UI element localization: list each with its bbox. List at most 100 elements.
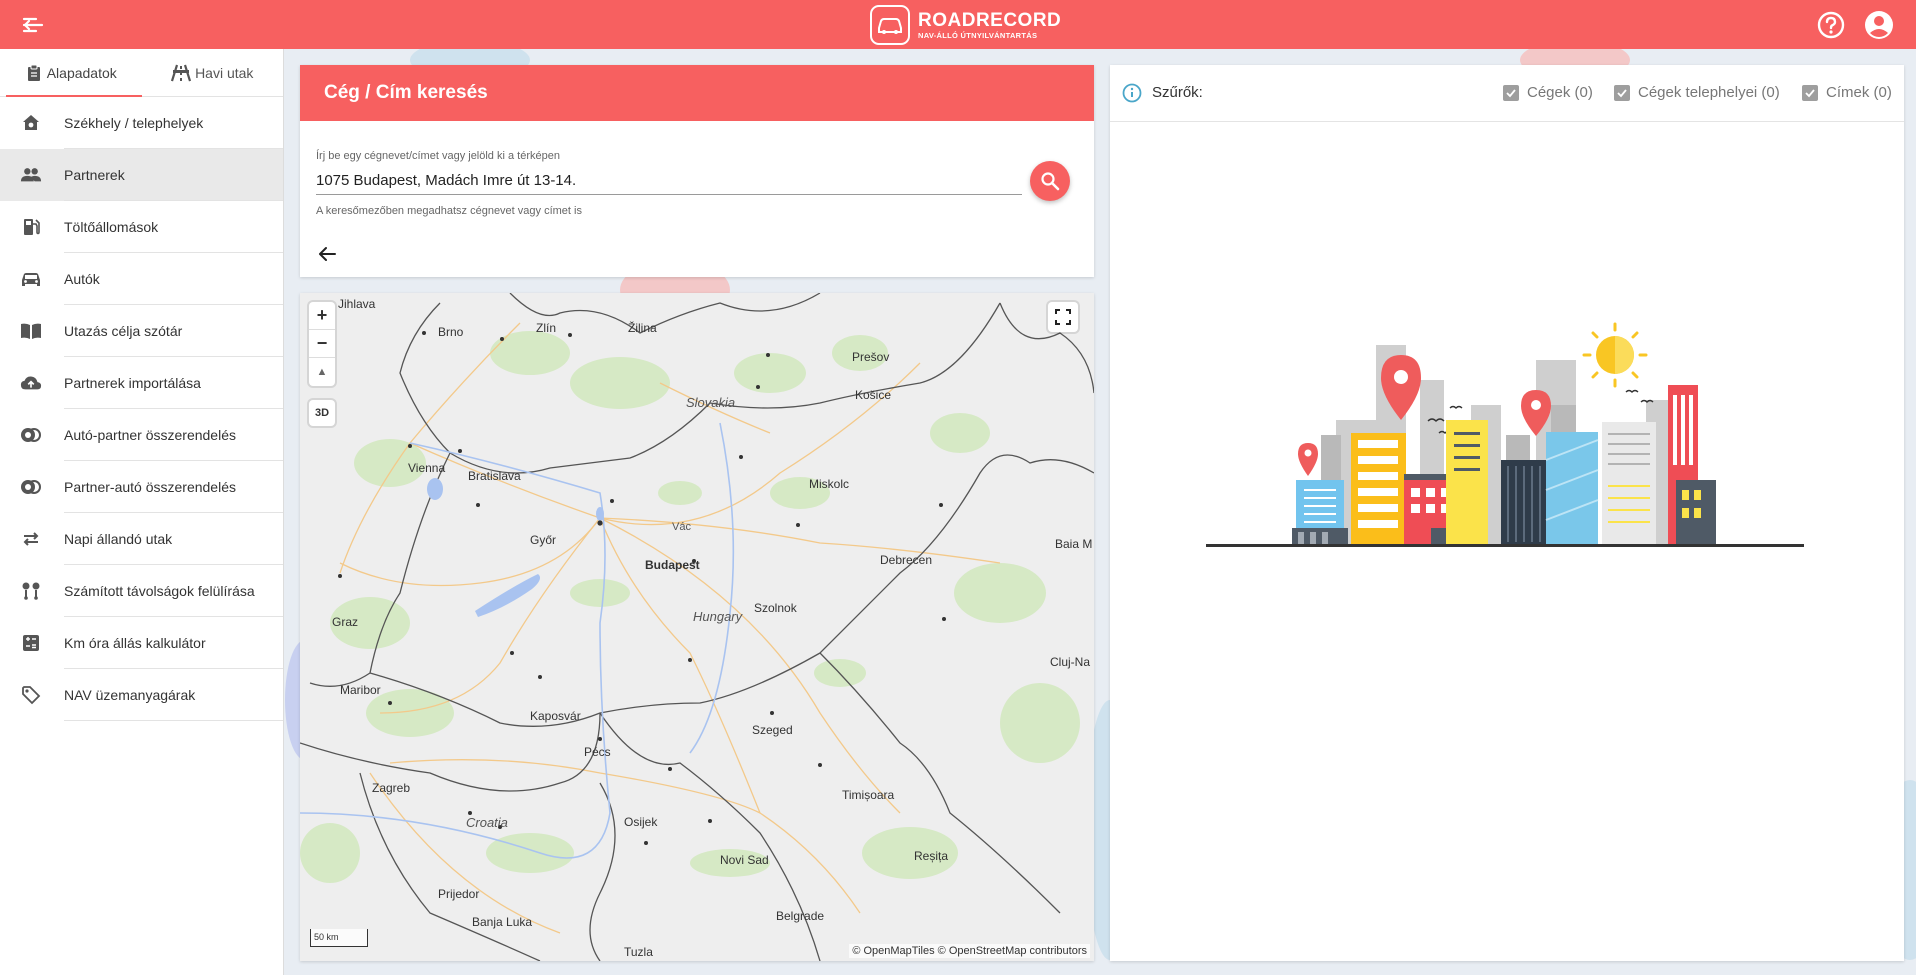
help-button[interactable] — [1816, 10, 1846, 40]
menu-collapse-button[interactable] — [20, 12, 46, 38]
search-card: Cég / Cím keresés Írj be egy cégnevet/cí… — [300, 65, 1094, 277]
filter-checkbox-cegek[interactable]: Cégek (0) — [1503, 84, 1593, 101]
fullscreen-icon — [1055, 309, 1071, 325]
sun-icon — [1582, 322, 1648, 388]
tab-havi-utak[interactable]: Havi utak — [142, 49, 284, 96]
compass-button[interactable]: ▲ — [309, 358, 335, 386]
map-city-label: Žilina — [628, 321, 657, 335]
map-city-label: Cluj-Na — [1050, 655, 1091, 669]
fullscreen-button[interactable] — [1048, 302, 1078, 332]
checkbox-checked-icon — [1614, 84, 1630, 101]
filter-option-label: Cégek telephelyei (0) — [1638, 84, 1780, 101]
arrow-left-icon — [319, 247, 336, 261]
info-icon — [1122, 83, 1142, 103]
people-icon — [20, 164, 42, 186]
map-city-label: Osijek — [624, 815, 658, 829]
account-circle-icon — [1865, 11, 1893, 39]
sidebar-item-auto-partner[interactable]: Autó-partner összerendelés — [0, 409, 283, 461]
filter-option-label: Címek (0) — [1826, 84, 1892, 101]
map-city-label: Graz — [332, 615, 359, 629]
sidebar-item-partnerek-importalasa[interactable]: Partnerek importálása — [0, 357, 283, 409]
sidebar-item-label: Töltőállomások — [64, 219, 159, 235]
map-pin-icon — [1298, 443, 1318, 476]
route-icon — [20, 580, 42, 602]
map-city-label: Jihlava — [338, 297, 376, 311]
account-button[interactable] — [1863, 9, 1895, 41]
sidebar-item-szekhely[interactable]: Székhely / telephelyek — [0, 97, 283, 149]
map-city-label: Maribor — [340, 683, 381, 697]
sidebar-item-nav-uzemanyagarak[interactable]: NAV üzemanyagárak — [0, 669, 283, 721]
map-base-layer — [300, 293, 1094, 961]
checkbox-checked-icon — [1503, 84, 1519, 101]
map-city-label: Prešov — [852, 350, 890, 364]
zoom-in-button[interactable]: + — [309, 302, 335, 330]
filter-checkbox-ceg-telephelyei[interactable]: Cégek telephelyei (0) — [1614, 84, 1780, 101]
sidebar-item-label: Székhely / telephelyek — [64, 115, 204, 131]
tab-label: Alapadatok — [46, 64, 117, 81]
map-city-label: Vienna — [408, 461, 446, 475]
map-city-label: Košice — [855, 388, 892, 402]
map-city-label: Győr — [530, 533, 557, 547]
filter-header: Szűrők: Cégek (0) Cégek telephelyei (0) … — [1110, 65, 1904, 122]
map-country-label: Croatia — [466, 815, 508, 830]
zoom-out-button[interactable]: − — [309, 330, 335, 358]
top-bar: ROADRECORD NAV-ÁLLÓ ÚTNYILVÁNTARTÁS — [0, 0, 1916, 49]
sidebar-item-partner-auto[interactable]: Partner-autó összerendelés — [0, 461, 283, 513]
map-city-label: Tuzla — [624, 945, 653, 959]
map-city-label: Pécs — [584, 745, 611, 759]
map-city-label: Bratislava — [468, 469, 521, 483]
gas-station-icon — [20, 216, 42, 238]
back-button[interactable] — [314, 241, 340, 267]
app-logo[interactable]: ROADRECORD NAV-ÁLLÓ ÚTNYILVÁNTARTÁS — [870, 4, 1061, 46]
map-city-label: Novi Sad — [720, 853, 769, 867]
sidebar-item-label: Napi állandó utak — [64, 531, 173, 547]
map-city-label: Zlín — [536, 321, 557, 335]
filter-checkbox-cimek[interactable]: Címek (0) — [1802, 84, 1892, 101]
sidebar-item-napi-allando-utak[interactable]: Napi állandó utak — [0, 513, 283, 565]
clipboard-icon — [27, 64, 40, 81]
map-city-label: Szeged — [752, 723, 793, 737]
book-icon — [20, 320, 42, 342]
filter-panel: Szűrők: Cégek (0) Cégek telephelyei (0) … — [1110, 65, 1904, 961]
map-city-label: Szolnok — [754, 601, 797, 615]
map-city-label: Prijedor — [438, 887, 480, 901]
sidebar-item-utazas-celja[interactable]: Utazás célja szótár — [0, 305, 283, 357]
sidebar-item-label: Autó-partner összerendelés — [64, 427, 236, 443]
search-card-title: Cég / Cím keresés — [300, 65, 1094, 121]
map-city-label: Zagreb — [372, 781, 411, 795]
sidebar-item-label: Partnerek — [64, 167, 125, 183]
repeat-icon — [20, 528, 42, 550]
tab-alapadatok[interactable]: Alapadatok — [0, 49, 142, 97]
map-city-label: Kaposvár — [530, 709, 581, 723]
search-field-hint: A keresőmezőben megadhatsz cégnevet vagy… — [316, 205, 582, 217]
car-icon — [20, 268, 42, 290]
help-icon — [1817, 11, 1845, 39]
tag-icon — [20, 684, 42, 706]
map-attribution[interactable]: © OpenMapTiles © OpenStreetMap contribut… — [849, 944, 1090, 958]
filter-option-label: Cégek (0) — [1527, 84, 1593, 101]
search-button[interactable] — [1030, 161, 1070, 201]
logo-title: ROADRECORD — [918, 9, 1062, 31]
home-icon — [20, 112, 42, 134]
sidebar-item-km-ora-kalkulator[interactable]: Km óra állás kalkulátor — [0, 617, 283, 669]
sidebar-item-autok[interactable]: Autók — [0, 253, 283, 305]
sidebar-item-label: Partnerek importálása — [64, 375, 201, 391]
map-city-label: Baia M — [1055, 537, 1093, 551]
map-city-label: Banja Luka — [472, 915, 533, 929]
map-city-label: Reșița — [914, 849, 949, 863]
map-city-label: Miskolc — [809, 477, 850, 491]
sidebar-item-szamitott-tavolsagok[interactable]: Számított távolságok felülírása — [0, 565, 283, 617]
search-field-label: Írj be egy cégnevet/címet vagy jelöld ki… — [316, 150, 560, 162]
checkbox-checked-icon — [1802, 84, 1818, 101]
search-input[interactable] — [316, 167, 1022, 195]
map-view[interactable]: Jihlava Brno Zlín Žilina Prešov Košice S… — [300, 293, 1094, 961]
map-scale: 50 km — [310, 929, 368, 947]
map-city-label: Belgrade — [776, 909, 825, 923]
link-icon — [20, 476, 42, 498]
sidebar-item-label: Autók — [64, 271, 100, 287]
tab-label: Havi utak — [195, 64, 254, 81]
map-3d-button[interactable]: 3D — [309, 400, 335, 426]
sidebar-item-toltoallomasok[interactable]: Töltőállomások — [0, 201, 283, 253]
sidebar-item-partnerek[interactable]: Partnerek — [0, 149, 283, 201]
map-country-label: Hungary — [693, 609, 743, 624]
